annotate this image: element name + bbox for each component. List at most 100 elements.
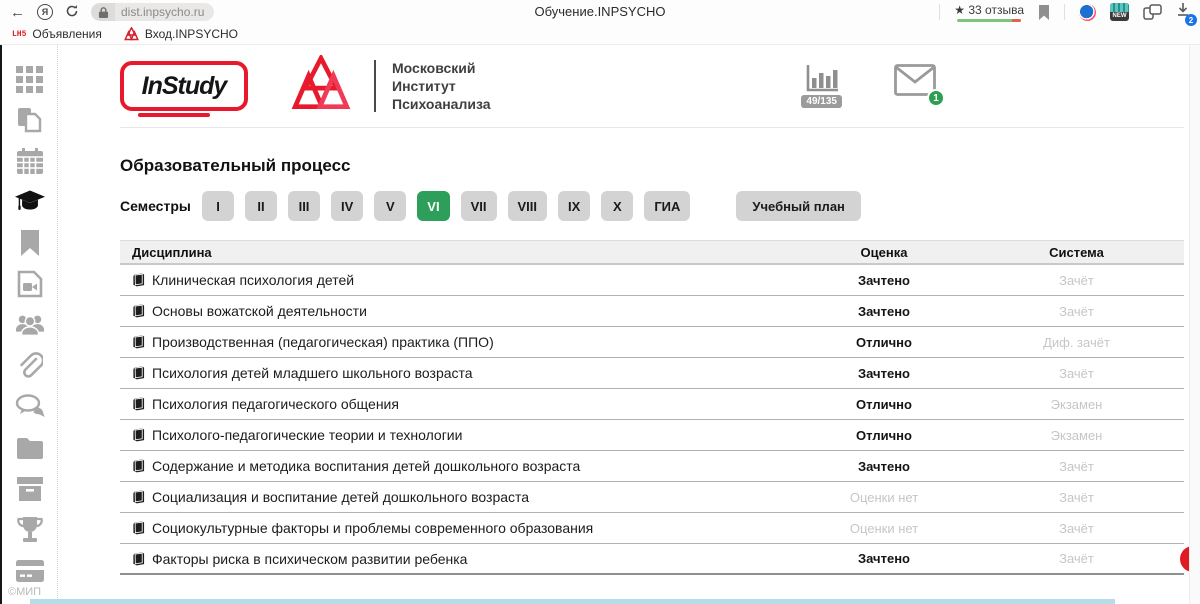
book-icon [132, 490, 145, 504]
yandex-button[interactable]: Я [37, 4, 53, 20]
reviews-label: ★ 33 отзыва [954, 3, 1024, 17]
bookmark-favicon: LH5 [12, 30, 26, 39]
table-row[interactable]: Психология детей младшего школьного возр… [120, 358, 1184, 389]
address-bar[interactable]: dist.inpsycho.ru [91, 3, 214, 21]
semester-tab-VI[interactable]: VI [417, 191, 449, 221]
sidebar-calendar-icon[interactable] [15, 147, 45, 175]
table-row[interactable]: Факторы риска в психическом развитии реб… [120, 544, 1184, 575]
table-row[interactable]: Социализация и воспитание детей дошкольн… [120, 482, 1184, 513]
system-value: Зачёт [969, 304, 1184, 319]
sidebar-dashboard-grid-icon[interactable] [15, 65, 45, 93]
table-header-row: Дисциплина Оценка Система [120, 240, 1184, 265]
bookmark-item-ads[interactable]: LH5 Объявления [12, 27, 102, 41]
semester-tab-III[interactable]: III [288, 191, 320, 221]
sidebar-media-icon[interactable] [15, 270, 45, 298]
sidebar-messages-icon[interactable] [15, 393, 45, 421]
table-row[interactable]: Клиническая психология детей Зачтено Зач… [120, 265, 1184, 296]
sidebar-documents-icon[interactable] [15, 106, 45, 134]
grade-value: Отлично [799, 397, 969, 412]
sidebar-attachments-icon[interactable] [15, 352, 45, 380]
discipline-name: Основы вожатской деятельности [152, 303, 367, 319]
table-row[interactable]: Психолого-педагогические теории и технол… [120, 420, 1184, 451]
lock-icon[interactable] [91, 3, 115, 21]
column-header-grade: Оценка [799, 245, 969, 260]
table-row[interactable]: Психология педагогического общения Отлич… [120, 389, 1184, 420]
discipline-name: Психолого-педагогические теории и технол… [152, 427, 462, 443]
sidebar-folder-icon[interactable] [15, 434, 45, 462]
grade-value: Зачтено [799, 304, 969, 319]
app-window: ©МИП InStudy Московский Институт Психоан… [0, 45, 1200, 604]
grade-value: Отлично [799, 428, 969, 443]
discipline-name: Социокультурные факторы и проблемы совре… [152, 520, 593, 536]
institute-line: Институт [392, 77, 491, 95]
system-value: Зачёт [969, 273, 1184, 288]
downloads-button[interactable]: 2 [1176, 2, 1190, 22]
reload-button[interactable] [65, 4, 79, 21]
discipline-name: Психология детей младшего школьного возр… [152, 365, 473, 381]
book-icon [132, 366, 145, 380]
book-icon [132, 397, 145, 411]
logo-divider [374, 60, 376, 112]
semester-selector: Семестры IIIIIIIVVVIVIIVIIIIXXГИАУчебный… [120, 191, 1184, 221]
disciplines-table: Дисциплина Оценка Система Клиническая пс… [120, 240, 1184, 575]
downloads-badge: 2 [1185, 14, 1197, 26]
book-icon [132, 521, 145, 535]
semester-tab-IX[interactable]: IX [558, 191, 590, 221]
semester-tab-ГИА[interactable]: ГИА [644, 191, 690, 221]
discipline-name: Психология педагогического общения [152, 396, 399, 412]
site-reviews-button[interactable]: ★ 33 отзыва [954, 3, 1024, 22]
book-icon [132, 335, 145, 349]
progress-stats-button[interactable]: 49/135 [801, 64, 842, 108]
instudy-logo-text: InStudy [142, 72, 227, 101]
table-row[interactable]: Социокультурные факторы и проблемы совре… [120, 513, 1184, 544]
bookmark-item-inpsycho[interactable]: Вход.INPSYCHO [124, 27, 238, 41]
sidebar: ©МИП [2, 45, 58, 604]
extensions-menu-icon[interactable] [1143, 4, 1162, 20]
semester-tab-VIII[interactable]: VIII [508, 191, 548, 221]
table-row[interactable]: Основы вожатской деятельности Зачтено За… [120, 296, 1184, 327]
book-icon [132, 459, 145, 473]
instudy-logo-stand [138, 113, 210, 117]
table-row[interactable]: Содержание и методика воспитания детей д… [120, 451, 1184, 482]
discipline-name: Клиническая психология детей [152, 272, 354, 288]
semester-tab-II[interactable]: II [245, 191, 277, 221]
header-divider [120, 127, 1184, 128]
url-text[interactable]: dist.inpsycho.ru [115, 3, 214, 21]
extension-new-art [1110, 3, 1129, 12]
bookmarks-bar: LH5 Объявления Вход.INPSYCHO [0, 24, 1200, 45]
institute-line: Психоанализа [392, 95, 491, 113]
table-row[interactable]: Производственная (педагогическая) практи… [120, 327, 1184, 358]
semester-tabs: IIIIIIIVVVIVIIVIIIIXXГИАУчебный план [202, 191, 861, 221]
extension-round-icon[interactable] [1079, 4, 1096, 21]
sidebar-awards-icon[interactable] [15, 516, 45, 544]
column-header-system: Система [969, 245, 1184, 260]
semester-tab-VII[interactable]: VII [461, 191, 497, 221]
main-content: InStudy Московский Институт Психоанализа… [60, 45, 1188, 604]
sidebar-people-icon[interactable] [15, 311, 45, 339]
copyright-label: ©МИП [8, 586, 41, 598]
sidebar-archive-icon[interactable] [15, 475, 45, 503]
sidebar-education-icon[interactable] [15, 188, 45, 216]
app-header: InStudy Московский Институт Психоанализа… [120, 57, 1184, 115]
semester-tab-X[interactable]: X [601, 191, 633, 221]
system-value: Зачёт [969, 459, 1184, 474]
sidebar-card-icon[interactable] [15, 557, 45, 585]
semester-tab-V[interactable]: V [374, 191, 406, 221]
semester-tab-I[interactable]: I [202, 191, 234, 221]
mail-button[interactable]: 1 [894, 64, 936, 101]
semester-tab-IV[interactable]: IV [331, 191, 363, 221]
toolbar-separator [939, 4, 940, 20]
column-header-discipline: Дисциплина [120, 245, 799, 260]
book-icon [132, 552, 145, 566]
bookmark-flag-icon[interactable] [1038, 5, 1050, 20]
back-button[interactable]: ← [10, 5, 25, 20]
extension-new-icon[interactable]: NEW [1110, 3, 1129, 21]
system-value: Диф. зачёт [969, 335, 1184, 350]
institute-line: Московский [392, 59, 491, 77]
system-value: Экзамен [969, 428, 1184, 443]
grade-value: Оценки нет [799, 521, 969, 536]
sidebar-bookmark-icon[interactable] [15, 229, 45, 257]
grade-value: Отлично [799, 335, 969, 350]
page-scrollbar[interactable] [1189, 45, 1200, 604]
curriculum-plan-button[interactable]: Учебный план [736, 191, 860, 221]
